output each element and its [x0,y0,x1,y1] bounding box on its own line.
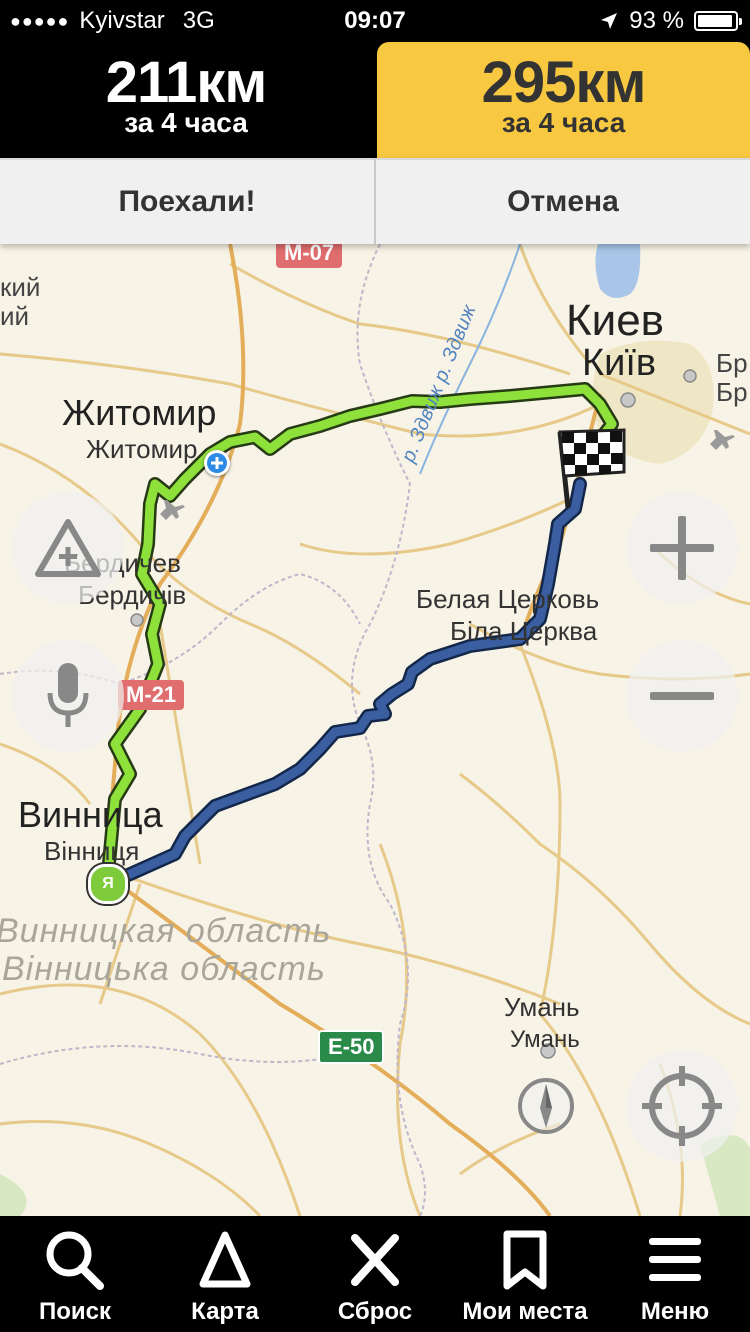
battery-percent: 93 % [629,7,684,34]
city-label-vinnytsia-ua: Вінниця [44,836,140,866]
route-actions: Поехали! Отмена [0,158,750,244]
city-label-bila-tserkva: Белая Церковь [416,584,600,614]
microphone-icon [47,663,89,727]
road-badge-m07: М-07 [276,244,343,268]
tab-label: Мои места [462,1298,588,1325]
minus-icon [650,692,714,700]
city-label-left-edge: кий ий [0,272,41,331]
tab-label: Меню [640,1298,710,1325]
crosshair-icon [642,1066,722,1146]
city-label-kiev: Киев [566,296,665,345]
route-option-1[interactable]: 211км за 4 часа [0,42,372,158]
tab-map[interactable]: Карта [150,1216,300,1332]
via-point-marker[interactable] [204,450,230,476]
close-icon [351,1234,399,1286]
tab-label: Карта [191,1298,259,1325]
plus-icon [650,516,714,580]
route-option-2-selected[interactable]: 295км за 4 часа [377,42,750,158]
city-label-right-edge: Бр Бр [716,348,748,407]
city-label-zhytomyr-ua: Житомир [86,434,198,464]
route-start-marker[interactable]: Я [88,864,128,904]
tab-reset[interactable]: Сброс [300,1216,450,1332]
zoom-in-button[interactable] [626,492,738,604]
finish-flag-icon [557,428,626,509]
tab-label: Поиск [38,1298,112,1325]
route-duration: за 4 часа [501,107,626,138]
tab-search[interactable]: Поиск [0,1216,150,1332]
city-label-zhytomyr: Житомир [62,392,217,433]
map-arrow-icon [199,1231,251,1288]
traffic-incident-button[interactable] [12,492,124,604]
warning-add-icon [35,519,101,577]
cancel-button[interactable]: Отмена [374,158,750,244]
road-badge-e50: Е-50 [318,1030,385,1064]
city-label-vinnytsia: Винница [18,794,163,835]
battery-icon [694,11,742,31]
bookmark-icon [503,1230,547,1290]
route-duration: за 4 часа [124,107,248,138]
compass-icon [518,1078,574,1134]
status-bar: ●●●●● Kyivstar 3G 09:07 93 % [0,0,750,42]
location-arrow-icon [601,13,618,29]
tab-my-places[interactable]: Мои места [450,1216,600,1332]
city-label-uman: Умань [504,992,580,1022]
compass-button[interactable] [490,1050,602,1162]
road-badge-m21: М-21 [118,680,185,710]
city-label-kyiv-ua: Київ [582,342,657,384]
bottom-tab-bar: Поиск Карта Сброс Мои места Меню [0,1216,750,1332]
region-label-ua: Вінницька область [2,950,326,988]
menu-icon [649,1238,701,1281]
map-view[interactable]: кий ий Бр Бр Киев Київ Житомир Житомир Б… [0,244,750,1216]
search-icon [46,1231,104,1290]
my-location-button[interactable] [626,1050,738,1162]
city-label-bila-tserkva-ua: Біла Церква [450,616,598,646]
route-distance: 295км [481,50,647,115]
voice-search-button[interactable] [12,640,124,752]
tab-menu[interactable]: Меню [600,1216,750,1332]
go-button[interactable]: Поехали! [0,158,374,244]
route-distance: 211км [105,50,268,115]
region-label-ru: Винницкая область [0,912,332,950]
zoom-out-button[interactable] [626,640,738,752]
route-options: 211км за 4 часа 295км за 4 часа [0,42,750,158]
tab-label: Сброс [337,1298,413,1325]
